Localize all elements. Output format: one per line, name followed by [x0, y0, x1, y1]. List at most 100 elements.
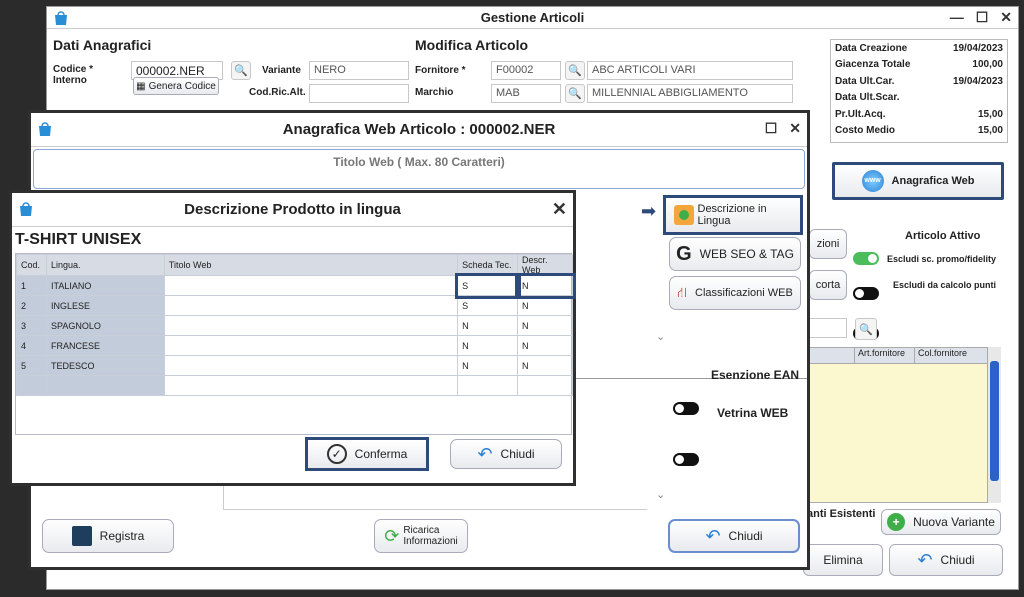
info-label: Pr.Ult.Acq.: [835, 108, 886, 120]
codric-field[interactable]: [309, 84, 409, 103]
table-row[interactable]: 3 SPAGNOLO N N: [16, 315, 573, 336]
info-value: 19/04/2023: [952, 42, 1003, 54]
fornitore-name-field[interactable]: ABC ARTICOLI VARI: [587, 61, 793, 80]
zioni-button[interactable]: zioni: [809, 229, 847, 259]
cell-titolo[interactable]: [163, 335, 459, 356]
cell-titolo[interactable]: [163, 275, 459, 296]
col-lingua: Lingua.: [45, 254, 165, 276]
cell-scheda[interactable]: N: [457, 335, 519, 356]
cell-descr[interactable]: N: [517, 355, 573, 376]
minimize-icon[interactable]: —: [950, 9, 964, 26]
info-panel: Data Creazione 19/04/2023 Giacenza Totale 1…: [830, 39, 1008, 143]
col-titolo-web: Titolo Web: [163, 254, 459, 276]
search-input-right[interactable]: [807, 318, 847, 338]
cell-lingua: FRANCESE: [45, 335, 165, 356]
cell-empty[interactable]: [457, 375, 519, 396]
info-value: 100,00: [972, 59, 1003, 71]
marchio-search-icon[interactable]: 🔍: [565, 84, 585, 103]
marchio-name-field[interactable]: MILLENNIAL ABBIGLIAMENTO: [587, 84, 793, 103]
scroll-down-chevron-icon[interactable]: ⌄: [656, 488, 665, 501]
codice-search-icon[interactable]: 🔍: [231, 61, 251, 80]
ricarica-informazioni-button[interactable]: ⟳ Ricarica Informazioni: [374, 519, 468, 553]
cell-empty[interactable]: [517, 375, 573, 396]
dati-anagrafici-header: Dati Anagrafici: [53, 37, 152, 53]
main-titlebar: Gestione Articoli — ☐ ✕: [47, 7, 1018, 29]
cell-descr[interactable]: N: [517, 335, 573, 356]
escludi-promo-toggle[interactable]: [853, 287, 879, 300]
table-row[interactable]: 2 INGLESE S N: [16, 295, 573, 316]
fornitore-code-field[interactable]: F00002: [491, 61, 561, 80]
info-row: Giacenza Totale 100,00: [831, 57, 1007, 74]
conferma-button[interactable]: ✓ Conferma: [305, 437, 429, 471]
main-chiudi-button[interactable]: ↶ Chiudi: [889, 544, 1003, 576]
cell-scheda[interactable]: S: [454, 272, 521, 299]
cell-titolo[interactable]: [163, 295, 459, 316]
col-descr-web: Descr. Web: [517, 254, 573, 276]
web-bag-icon: [39, 122, 51, 136]
esenzione-ean-toggle[interactable]: [673, 402, 699, 415]
marchio-code-field[interactable]: MAB: [491, 84, 561, 103]
app-bag-icon: [55, 11, 67, 25]
cell-scheda[interactable]: N: [457, 315, 519, 336]
grid-search-icon[interactable]: 🔍: [855, 318, 877, 340]
descrizione-dialog: Descrizione Prodotto in lingua ✕ T-SHIRT…: [9, 190, 576, 486]
cell-scheda[interactable]: N: [457, 355, 519, 376]
cell-empty[interactable]: [163, 375, 459, 396]
cell-descr[interactable]: N: [517, 315, 573, 336]
marchio-label: Marchio: [415, 87, 454, 98]
classificazioni-web-button[interactable]: ⛙ Classificazioni WEB: [669, 276, 801, 310]
product-name: T-SHIRT UNISEX: [15, 231, 142, 248]
google-g-icon: G: [676, 242, 692, 265]
vetrina-web-toggle[interactable]: [673, 453, 699, 466]
desc-close-icon[interactable]: ✕: [552, 199, 567, 220]
cell-empty[interactable]: [45, 375, 165, 396]
web-seo-tag-button[interactable]: G WEB SEO & TAG: [669, 237, 801, 271]
variante-field[interactable]: NERO: [309, 61, 409, 80]
descrizione-lingua-button[interactable]: Descrizione in Lingua: [663, 195, 803, 235]
cell-empty[interactable]: [16, 375, 47, 396]
fornitore-search-icon[interactable]: 🔍: [565, 61, 585, 80]
plus-icon: +: [887, 513, 906, 531]
www-globe-icon: www: [861, 170, 884, 192]
cell-descr[interactable]: N: [514, 272, 576, 299]
info-row: Data Ult.Car. 19/04/2023: [831, 73, 1007, 90]
escludi-promo-label: Escludi sc. promo/fidelity: [887, 254, 997, 264]
info-label: Data Ult.Car.: [835, 75, 895, 87]
maximize-icon[interactable]: ☐: [976, 9, 989, 26]
table-row[interactable]: 1 ITALIANO S N: [16, 272, 576, 299]
codric-label: Cod.Ric.Alt.: [249, 87, 306, 98]
articolo-attivo-toggle[interactable]: [853, 252, 879, 265]
scroll-up-chevron-icon[interactable]: ⌄: [656, 330, 665, 343]
web-close-icon[interactable]: ✕: [789, 120, 801, 137]
info-value: 15,00: [977, 125, 1003, 137]
cell-titolo[interactable]: [163, 355, 459, 376]
web-maximize-icon[interactable]: ☐: [765, 120, 778, 137]
modifica-articolo-header: Modifica Articolo: [415, 37, 529, 53]
corta-button[interactable]: corta: [809, 270, 847, 300]
floppy-disk-icon: [71, 526, 92, 546]
grid-scrollbar[interactable]: [987, 347, 1001, 503]
web-titlebar: Anagrafica Web Articolo : 000002.NER ☐ ✕: [31, 113, 807, 147]
info-row: Data Ult.Scar.: [831, 90, 1007, 107]
varianti-esistenti-label: anti Esistenti: [807, 508, 876, 520]
cell-scheda[interactable]: S: [457, 295, 519, 316]
registra-button[interactable]: Registra: [42, 519, 174, 553]
cell-cod: 4: [16, 335, 47, 356]
web-chiudi-button[interactable]: ↶ Chiudi: [668, 519, 800, 553]
nuova-variante-button[interactable]: + Nuova Variante: [881, 509, 1001, 535]
genera-codice-button[interactable]: ▦ Genera Codice: [133, 77, 219, 95]
back-arrow-icon: ↶: [917, 549, 933, 570]
titolo-web-field[interactable]: Titolo Web ( Max. 80 Caratteri): [33, 149, 805, 189]
desc-chiudi-button[interactable]: ↶ Chiudi: [450, 439, 562, 469]
anagrafica-web-button[interactable]: www Anagrafica Web: [832, 162, 1004, 200]
cell-descr[interactable]: N: [517, 295, 573, 316]
table-row[interactable]: 4 FRANCESE N N: [16, 335, 573, 356]
col-art-fornitore: Art.fornitore: [854, 348, 914, 363]
close-icon[interactable]: ✕: [1000, 9, 1012, 26]
cell-titolo[interactable]: [163, 315, 459, 336]
variants-grid: Art.fornitore Col.fornitore: [805, 347, 1001, 503]
col-cod: Cod.: [16, 254, 47, 276]
elimina-button[interactable]: Elimina: [803, 544, 883, 576]
table-row-empty[interactable]: [16, 375, 573, 396]
table-row[interactable]: 5 TEDESCO N N: [16, 355, 573, 376]
